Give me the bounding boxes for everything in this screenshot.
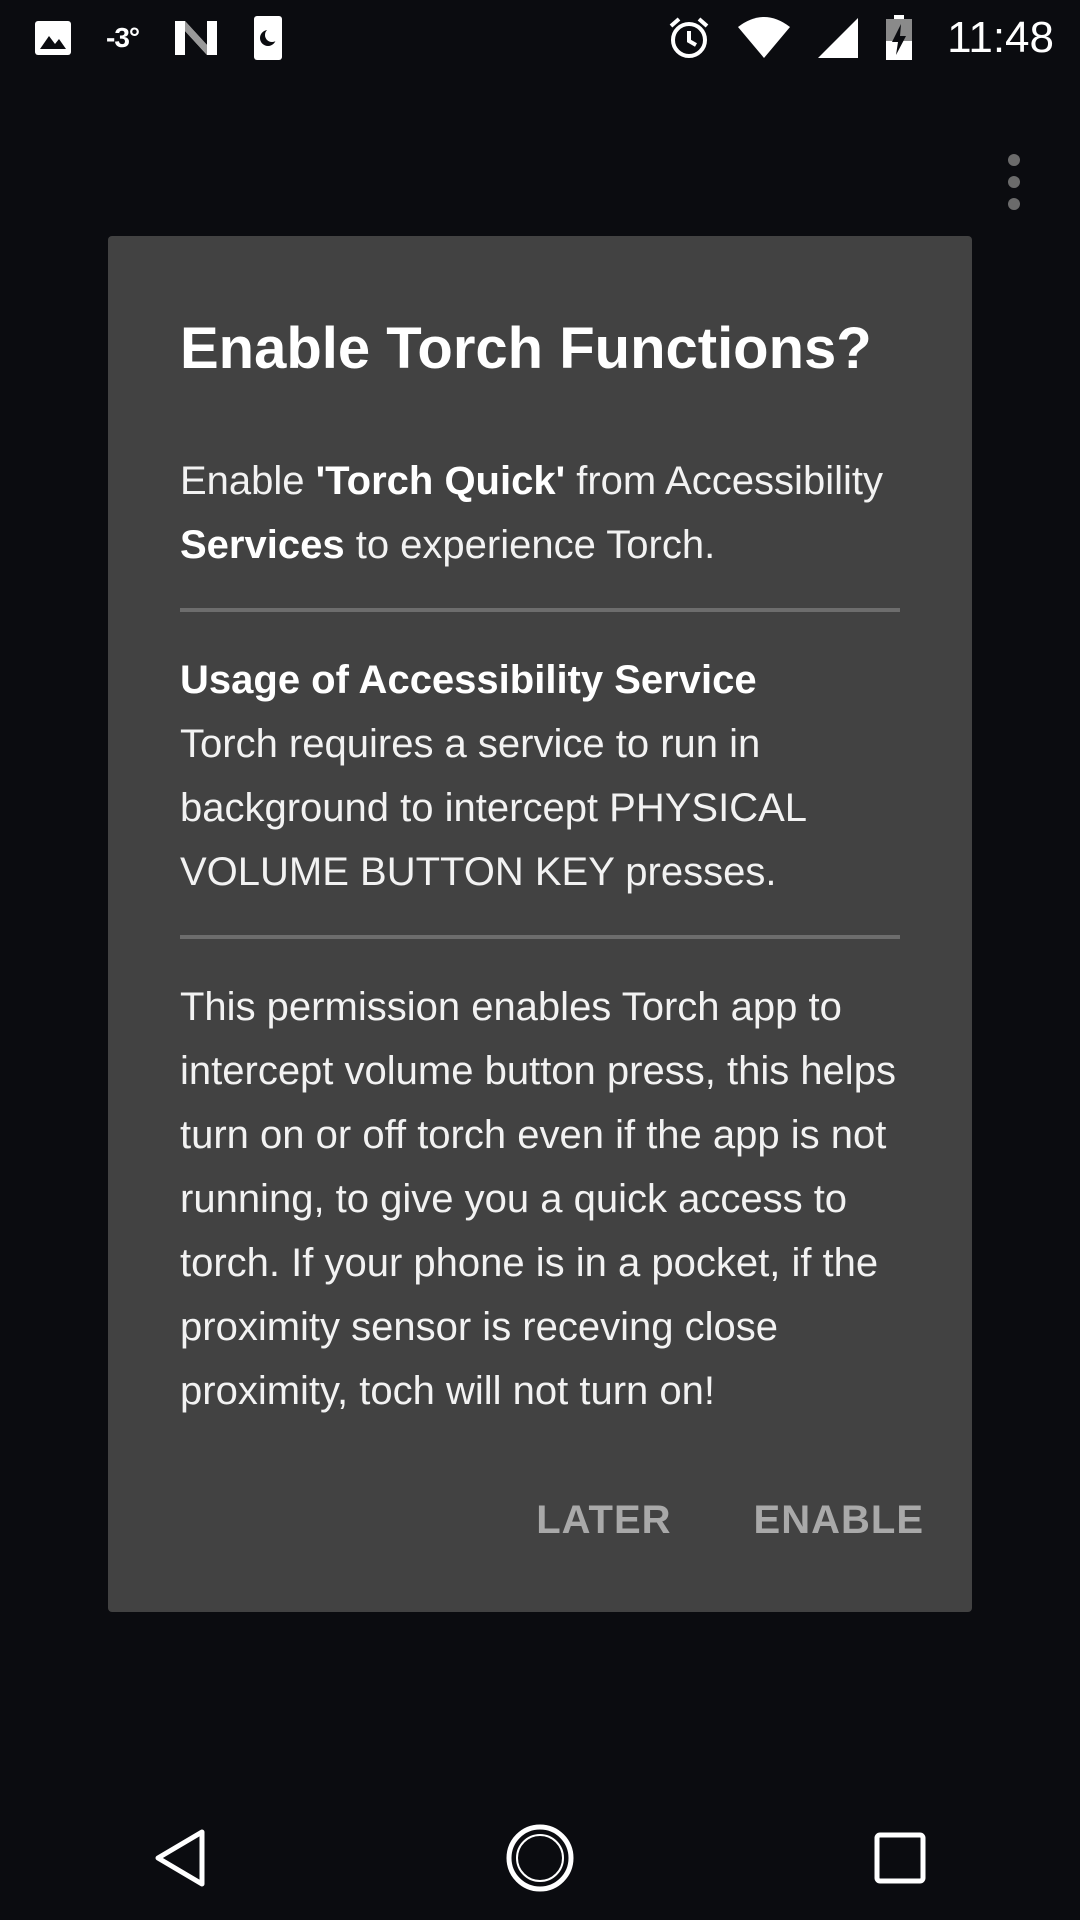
recents-button[interactable] [840,1812,960,1908]
intro-text-part: to experience Torch. [344,523,716,567]
back-icon [152,1828,208,1893]
services-bold: Services [180,523,345,567]
later-button[interactable]: LATER [536,1498,671,1543]
divider [180,608,900,612]
overflow-dot [1008,176,1020,188]
overflow-dot [1008,154,1020,166]
dialog-actions: LATER ENABLE [536,1498,924,1543]
home-icon [506,1824,574,1897]
navigation-bar [0,1800,1080,1920]
wifi-icon [737,16,791,59]
image-icon [34,20,72,56]
intro-text-part: Enable [180,459,316,503]
intro-text-part: from Accessibility [565,459,883,503]
moon-sim-icon [253,15,283,61]
status-left-icons: -3° [0,15,283,61]
alarm-icon [667,16,711,60]
status-bar: -3° 11:48 [0,0,1080,75]
torch-quick-bold: 'Torch Quick' [315,459,566,503]
divider [180,935,900,939]
permission-text: This permission enables Torch app to int… [180,985,896,1413]
dialog-title: Enable Torch Functions? [180,316,872,381]
screen: -3° 11:48 Enable Torch Functions? Enable… [0,0,1080,1920]
status-right-icons: 11:48 [667,13,1080,63]
enable-torch-dialog: Enable Torch Functions? Enable 'Torch Qu… [108,236,972,1612]
back-button[interactable] [120,1812,240,1908]
enable-button[interactable]: ENABLE [754,1498,924,1543]
battery-charging-icon [885,14,913,61]
temperature-text: -3° [106,21,140,53]
dialog-body: Enable 'Torch Quick' from Accessibility … [180,449,920,1423]
n-logo-icon [173,19,219,57]
status-time: 11:48 [947,12,1054,62]
overflow-dot [1008,198,1020,210]
usage-heading: Usage of Accessibility Service [180,658,757,702]
intro-text: Enable 'Torch Quick' from Accessibility … [180,449,920,577]
weather-icon: -3° [106,21,140,54]
usage-text: Torch requires a service to run in backg… [180,722,806,894]
recents-icon [874,1832,926,1889]
signal-icon [817,17,859,59]
home-button[interactable] [480,1812,600,1908]
overflow-menu-icon[interactable] [990,150,1038,214]
